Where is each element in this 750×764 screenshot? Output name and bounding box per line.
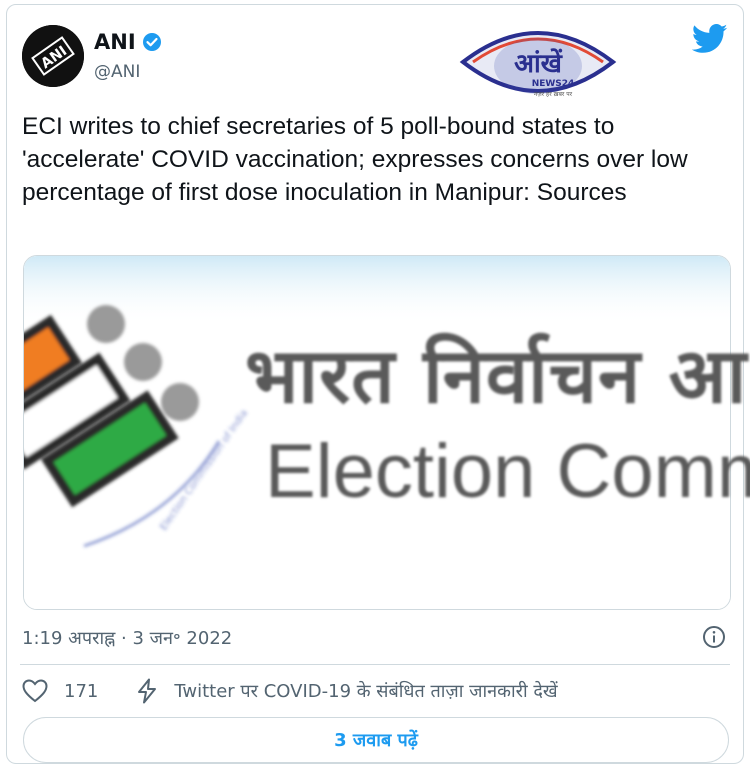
watermark-subtitle: NEWS24 <box>532 79 575 89</box>
read-replies-button[interactable]: 3 जवाब पढ़ें <box>23 717 729 763</box>
verified-badge-icon <box>142 33 161 51</box>
like-count: 171 <box>64 680 99 702</box>
author-name[interactable]: ANI <box>94 30 136 54</box>
divider <box>20 664 730 665</box>
watermark-title: आंखें <box>514 48 564 79</box>
author-handle[interactable]: @ANI <box>94 62 140 82</box>
author-name-row[interactable]: ANI <box>94 30 162 54</box>
eci-hindi-title: भारत निर्वाचन आ <box>245 331 748 420</box>
covid-info-link[interactable]: Twitter पर COVID-19 के संबंधित ताज़ा जान… <box>174 679 557 703</box>
tweet-text: ECI writes to chief secretaries of 5 pol… <box>22 113 688 206</box>
heart-icon[interactable] <box>22 679 48 703</box>
tweet-timestamp[interactable]: 1:19 अपराह्न · 3 जन॰ 2022 <box>22 626 232 650</box>
watermark-tagline: नज़र हर ख़बर पर <box>534 91 573 98</box>
eci-english-title: Election Comm <box>265 429 750 514</box>
bolt-icon <box>138 678 157 704</box>
tweet-actions: 171 Twitter पर COVID-19 के संबंधित ताज़ा… <box>22 678 558 704</box>
news24-watermark-logo: आंखें NEWS24 नज़र हर ख़बर पर <box>459 31 617 98</box>
twitter-bird-icon[interactable] <box>692 24 728 54</box>
info-icon[interactable] <box>702 625 726 649</box>
author-avatar[interactable]: ANI <box>22 25 84 87</box>
